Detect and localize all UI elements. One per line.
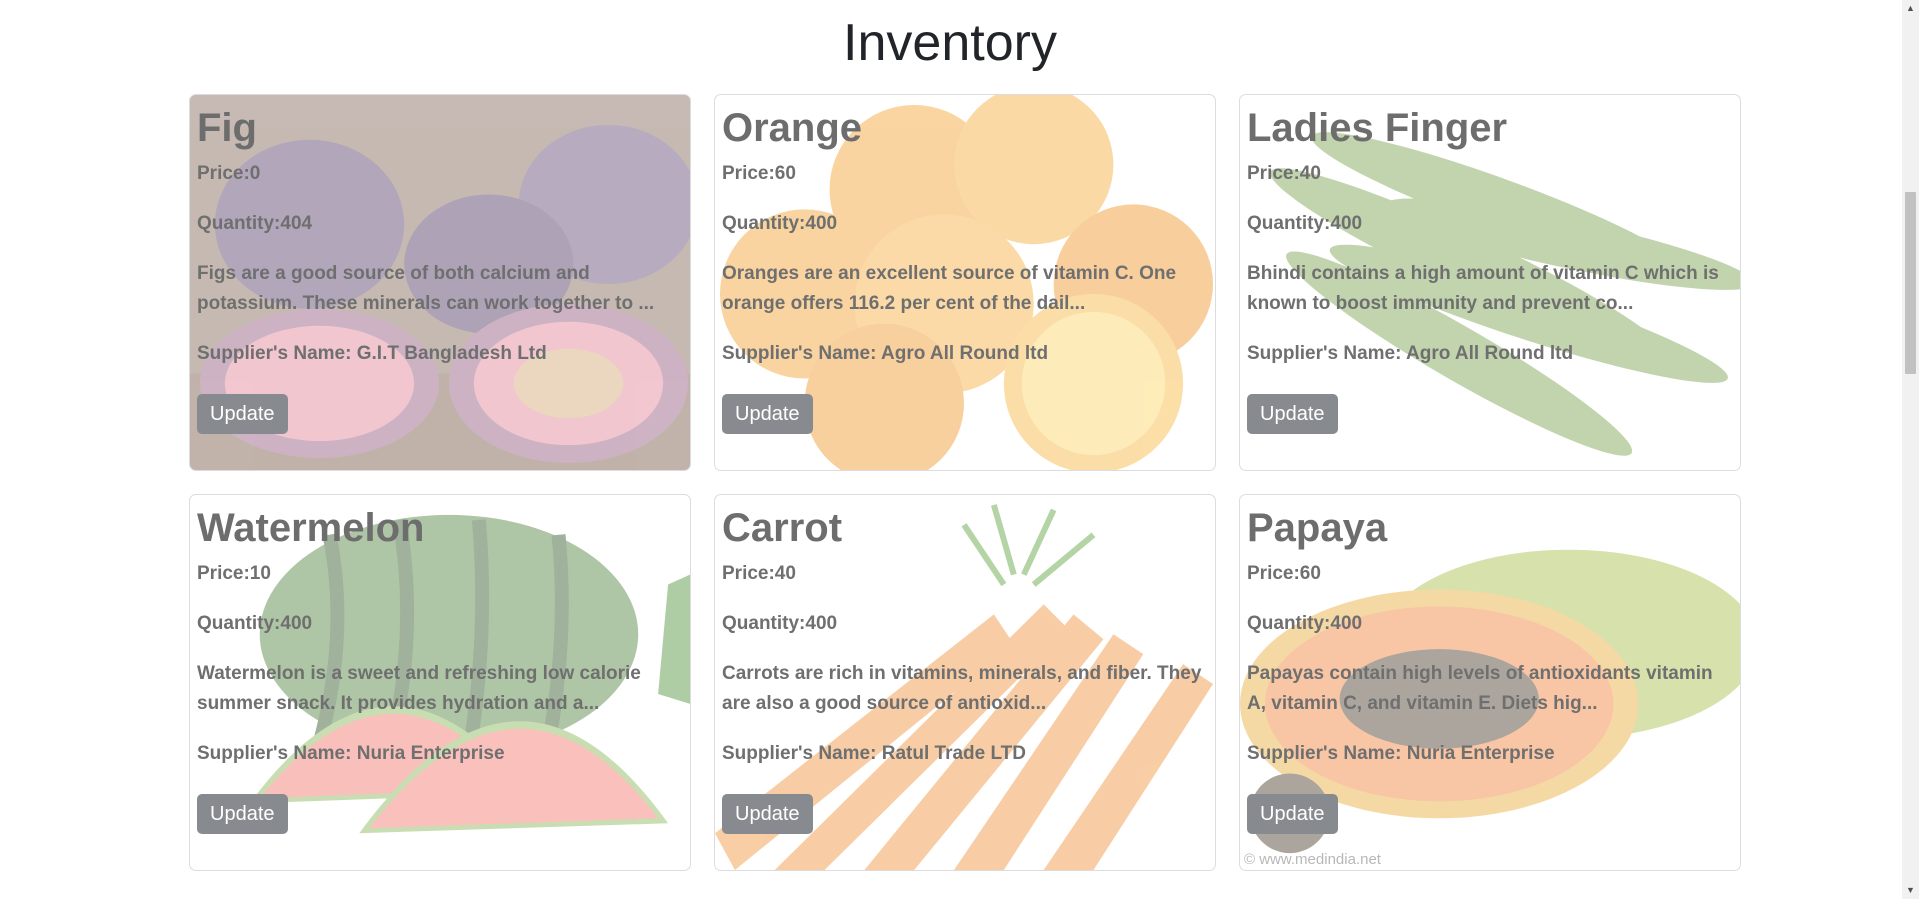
item-description: Oranges are an excellent source of vitam… <box>722 263 1177 314</box>
item-quantity: Quantity:404 <box>197 213 313 234</box>
item-quantity: Quantity:400 <box>722 213 838 234</box>
item-name: Ladies Finger <box>1247 106 1508 150</box>
inventory-card-ladies-finger: Ladies Finger Price:40 Quantity:400 Bhin… <box>1239 94 1741 471</box>
item-supplier: Supplier's Name: G.I.T Bangladesh Ltd <box>197 343 547 364</box>
inventory-card-watermelon: Watermelon Price:10 Quantity:400 Waterme… <box>189 494 691 871</box>
item-description: Watermelon is a sweet and refreshing low… <box>197 663 641 714</box>
item-quantity: Quantity:400 <box>1247 613 1363 634</box>
inventory-card-carrot: Carrot Price:40 Quantity:400 Carrots are… <box>714 494 1216 871</box>
item-supplier: Supplier's Name: Nuria Enterprise <box>197 743 505 764</box>
item-description: Papayas contain high levels of antioxida… <box>1247 663 1713 714</box>
item-name: Watermelon <box>197 506 425 550</box>
item-description: Bhindi contains a high amount of vitamin… <box>1247 263 1719 314</box>
update-button[interactable]: Update <box>1247 794 1338 834</box>
item-price: Price:40 <box>722 563 796 584</box>
image-watermark: © www.medindia.net <box>1244 851 1381 868</box>
update-button[interactable]: Update <box>722 394 813 434</box>
inventory-card-orange: Orange Price:60 Quantity:400 Oranges are… <box>714 94 1216 471</box>
item-price: Price:60 <box>1247 563 1321 584</box>
item-quantity: Quantity:400 <box>722 613 838 634</box>
vertical-scrollbar[interactable]: ▲ ▼ <box>1902 0 1919 899</box>
item-price: Price:40 <box>1247 163 1321 184</box>
scroll-down-arrow-icon[interactable]: ▼ <box>1902 882 1919 899</box>
item-quantity: Quantity:400 <box>197 613 313 634</box>
item-name: Carrot <box>722 506 843 550</box>
item-name: Papaya <box>1247 506 1388 550</box>
item-price: Price:0 <box>197 163 261 184</box>
item-quantity: Quantity:400 <box>1247 213 1363 234</box>
item-supplier: Supplier's Name: Nuria Enterprise <box>1247 743 1555 764</box>
item-supplier: Supplier's Name: Agro All Round ltd <box>722 343 1049 364</box>
item-price: Price:10 <box>197 563 271 584</box>
update-button[interactable]: Update <box>722 794 813 834</box>
item-description: Figs are a good source of both calcium a… <box>197 263 655 314</box>
page-title: Inventory <box>843 14 1057 72</box>
item-name: Orange <box>722 106 863 150</box>
update-button[interactable]: Update <box>197 794 288 834</box>
update-button[interactable]: Update <box>1247 394 1338 434</box>
inventory-card-papaya: Papaya Price:60 Quantity:400 Papayas con… <box>1239 494 1741 871</box>
item-name: Fig <box>197 106 257 150</box>
item-description: Carrots are rich in vitamins, minerals, … <box>722 663 1202 714</box>
inventory-page: Inventory Fig Price:0 Quantity:404 Figs … <box>0 0 1919 899</box>
item-supplier: Supplier's Name: Ratul Trade LTD <box>722 743 1026 764</box>
inventory-card-fig: Fig Price:0 Quantity:404 Figs are a good… <box>189 94 691 471</box>
scroll-up-arrow-icon[interactable]: ▲ <box>1902 0 1919 17</box>
update-button[interactable]: Update <box>197 394 288 434</box>
item-price: Price:60 <box>722 163 796 184</box>
item-supplier: Supplier's Name: Agro All Round ltd <box>1247 343 1574 364</box>
scrollbar-thumb[interactable] <box>1905 192 1916 374</box>
